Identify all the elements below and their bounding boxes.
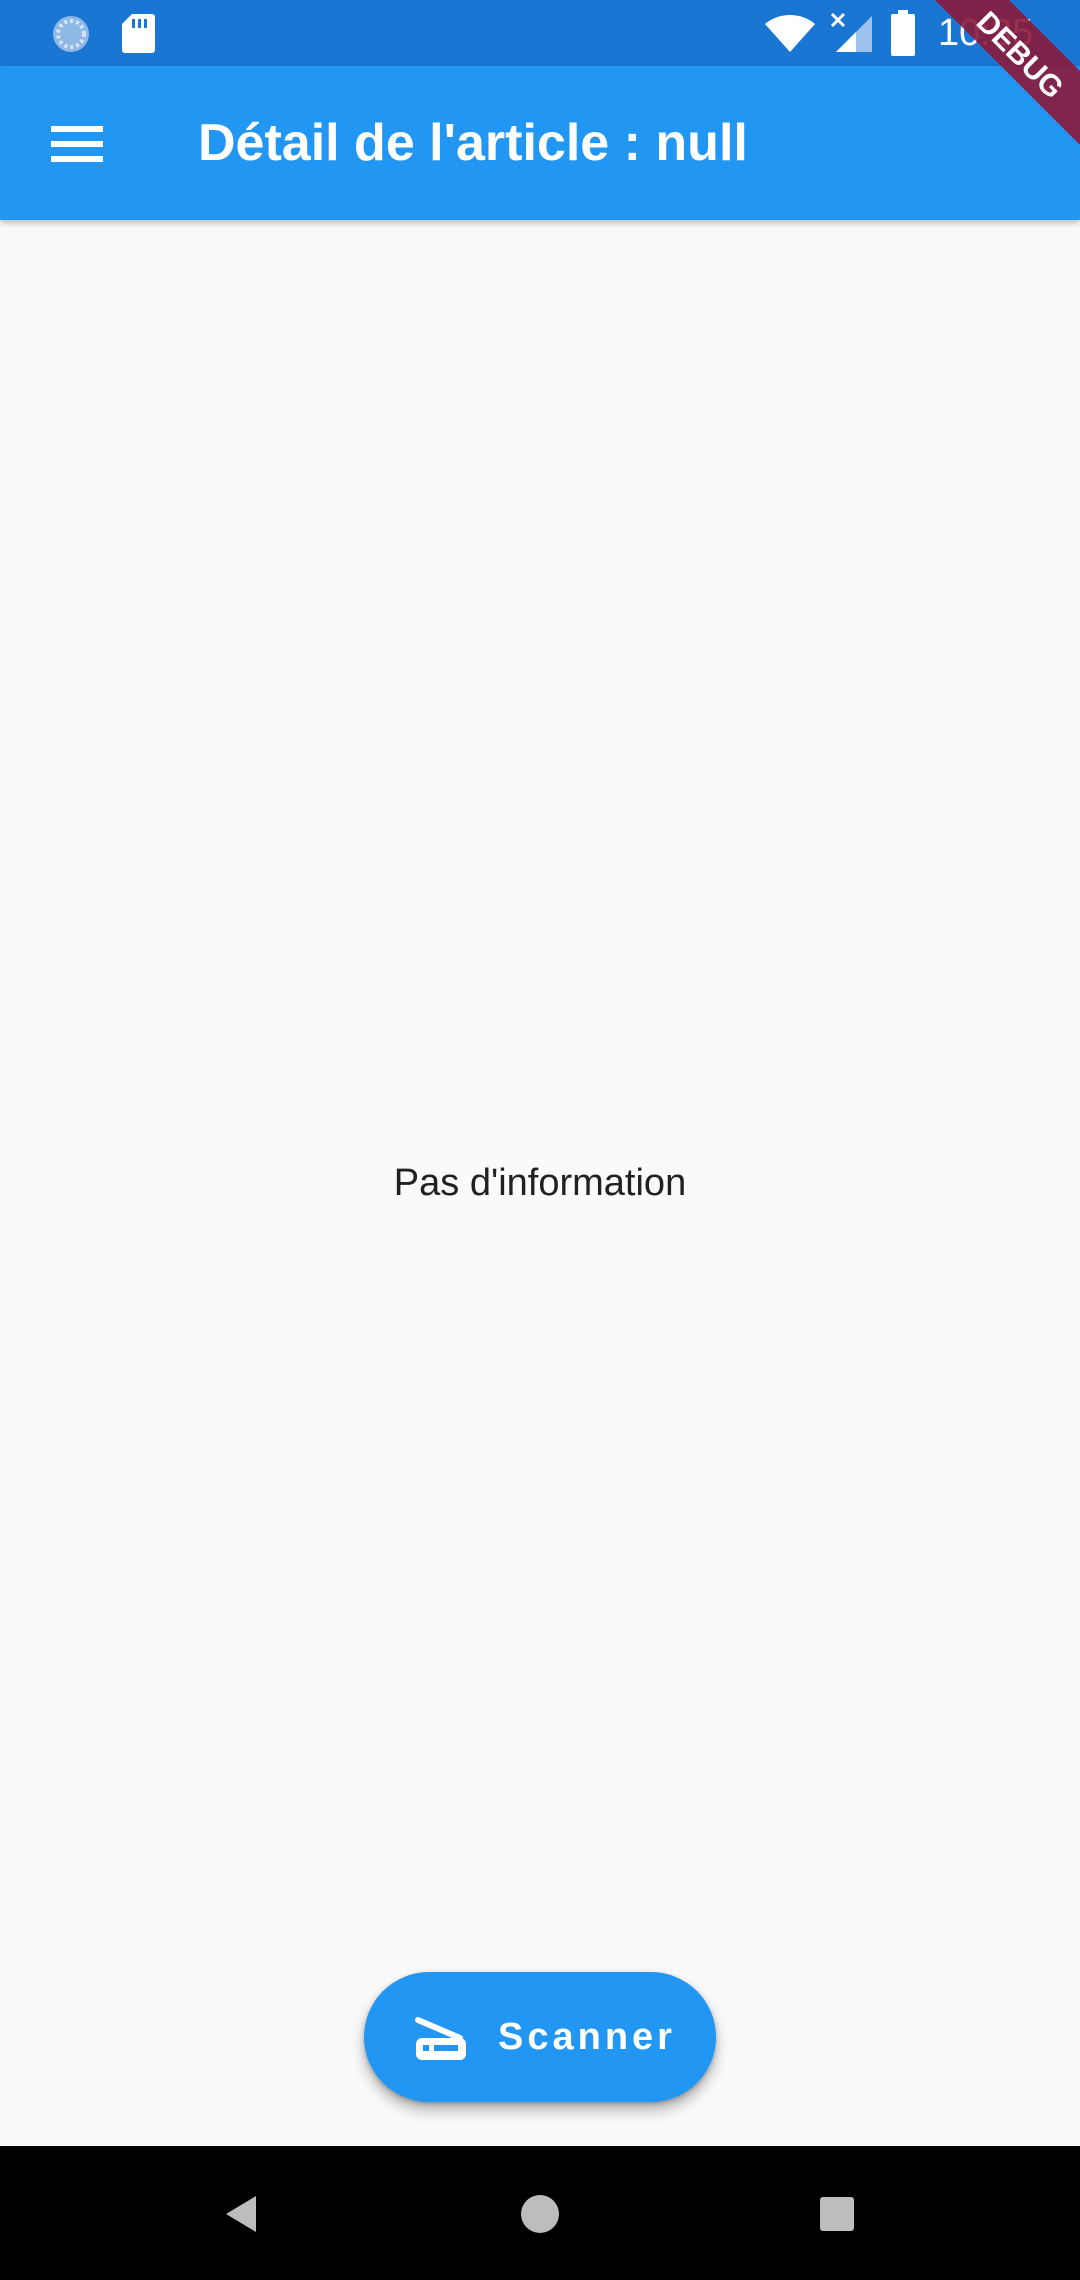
wifi-icon (765, 15, 815, 52)
home-icon[interactable] (520, 2194, 560, 2234)
screen: 10:35 Détail de l'article : null DEBUG P… (0, 0, 1080, 2280)
status-bar: 10:35 (0, 0, 1080, 66)
scanner-icon (415, 2017, 466, 2060)
sd-card-icon (122, 14, 155, 53)
recents-icon[interactable] (818, 2195, 856, 2233)
sync-icon (53, 16, 89, 52)
navigation-bar (0, 2146, 1080, 2280)
page-title: Détail de l'article : null (198, 114, 748, 172)
empty-state-message: Pas d'information (393, 1162, 687, 1204)
menu-button[interactable] (26, 108, 128, 180)
signal-no-data-icon (830, 12, 872, 52)
scanner-button-label: Scanner (498, 2016, 676, 2058)
app-bar: Détail de l'article : null (0, 66, 1080, 220)
battery-icon (891, 10, 915, 56)
scanner-button[interactable]: Scanner (364, 1972, 716, 2102)
status-time: 10:35 (938, 12, 1034, 54)
back-icon[interactable] (222, 2194, 262, 2234)
menu-icon (51, 126, 103, 162)
